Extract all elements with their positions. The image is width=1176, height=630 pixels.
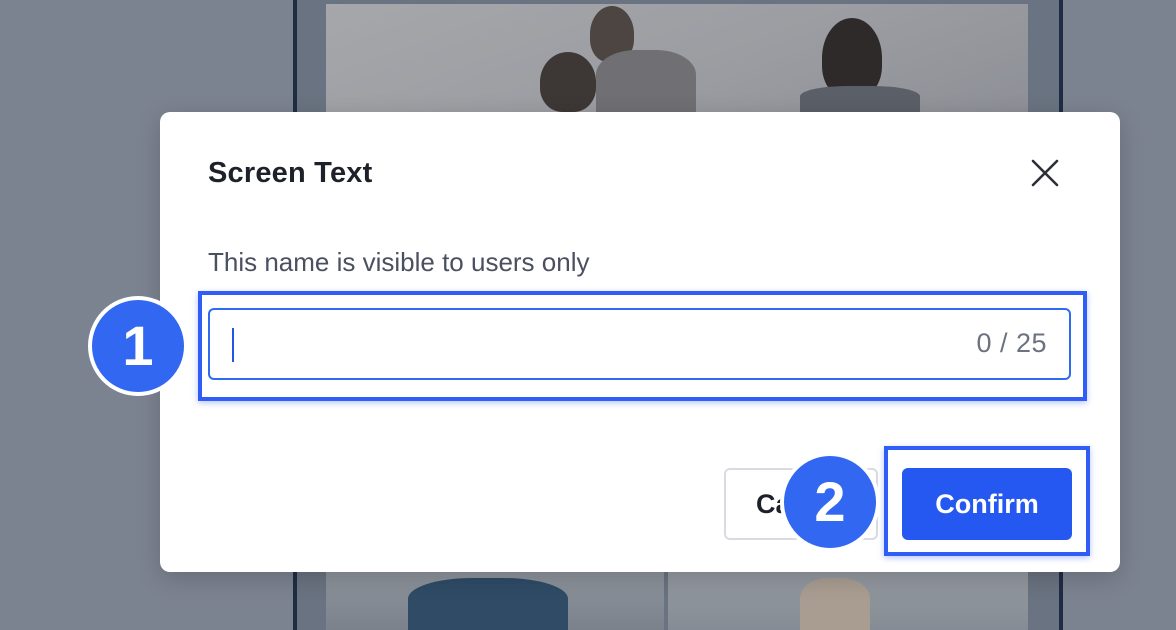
field-label: This name is visible to users only — [208, 247, 590, 277]
close-button[interactable] — [1028, 156, 1062, 190]
screen-text-dialog: Screen Text This name is visible to user… — [160, 112, 1120, 572]
background-person — [540, 52, 596, 112]
screen-text-input-wrapper[interactable]: 0 / 25 — [208, 308, 1071, 380]
screen-text-input[interactable] — [238, 310, 938, 378]
dialog-title: Screen Text — [208, 157, 373, 189]
close-icon — [1031, 159, 1059, 187]
background-person-coat — [800, 86, 920, 112]
background-person-coat — [408, 578, 568, 630]
text-caret — [232, 328, 234, 362]
character-counter: 0 / 25 — [976, 328, 1047, 358]
background-person-coat — [800, 578, 870, 630]
background-person-coat — [596, 50, 696, 112]
step-badge-1: 1 — [92, 300, 184, 392]
confirm-button[interactable]: Confirm — [902, 468, 1072, 540]
step-badge-2: 2 — [784, 456, 876, 548]
